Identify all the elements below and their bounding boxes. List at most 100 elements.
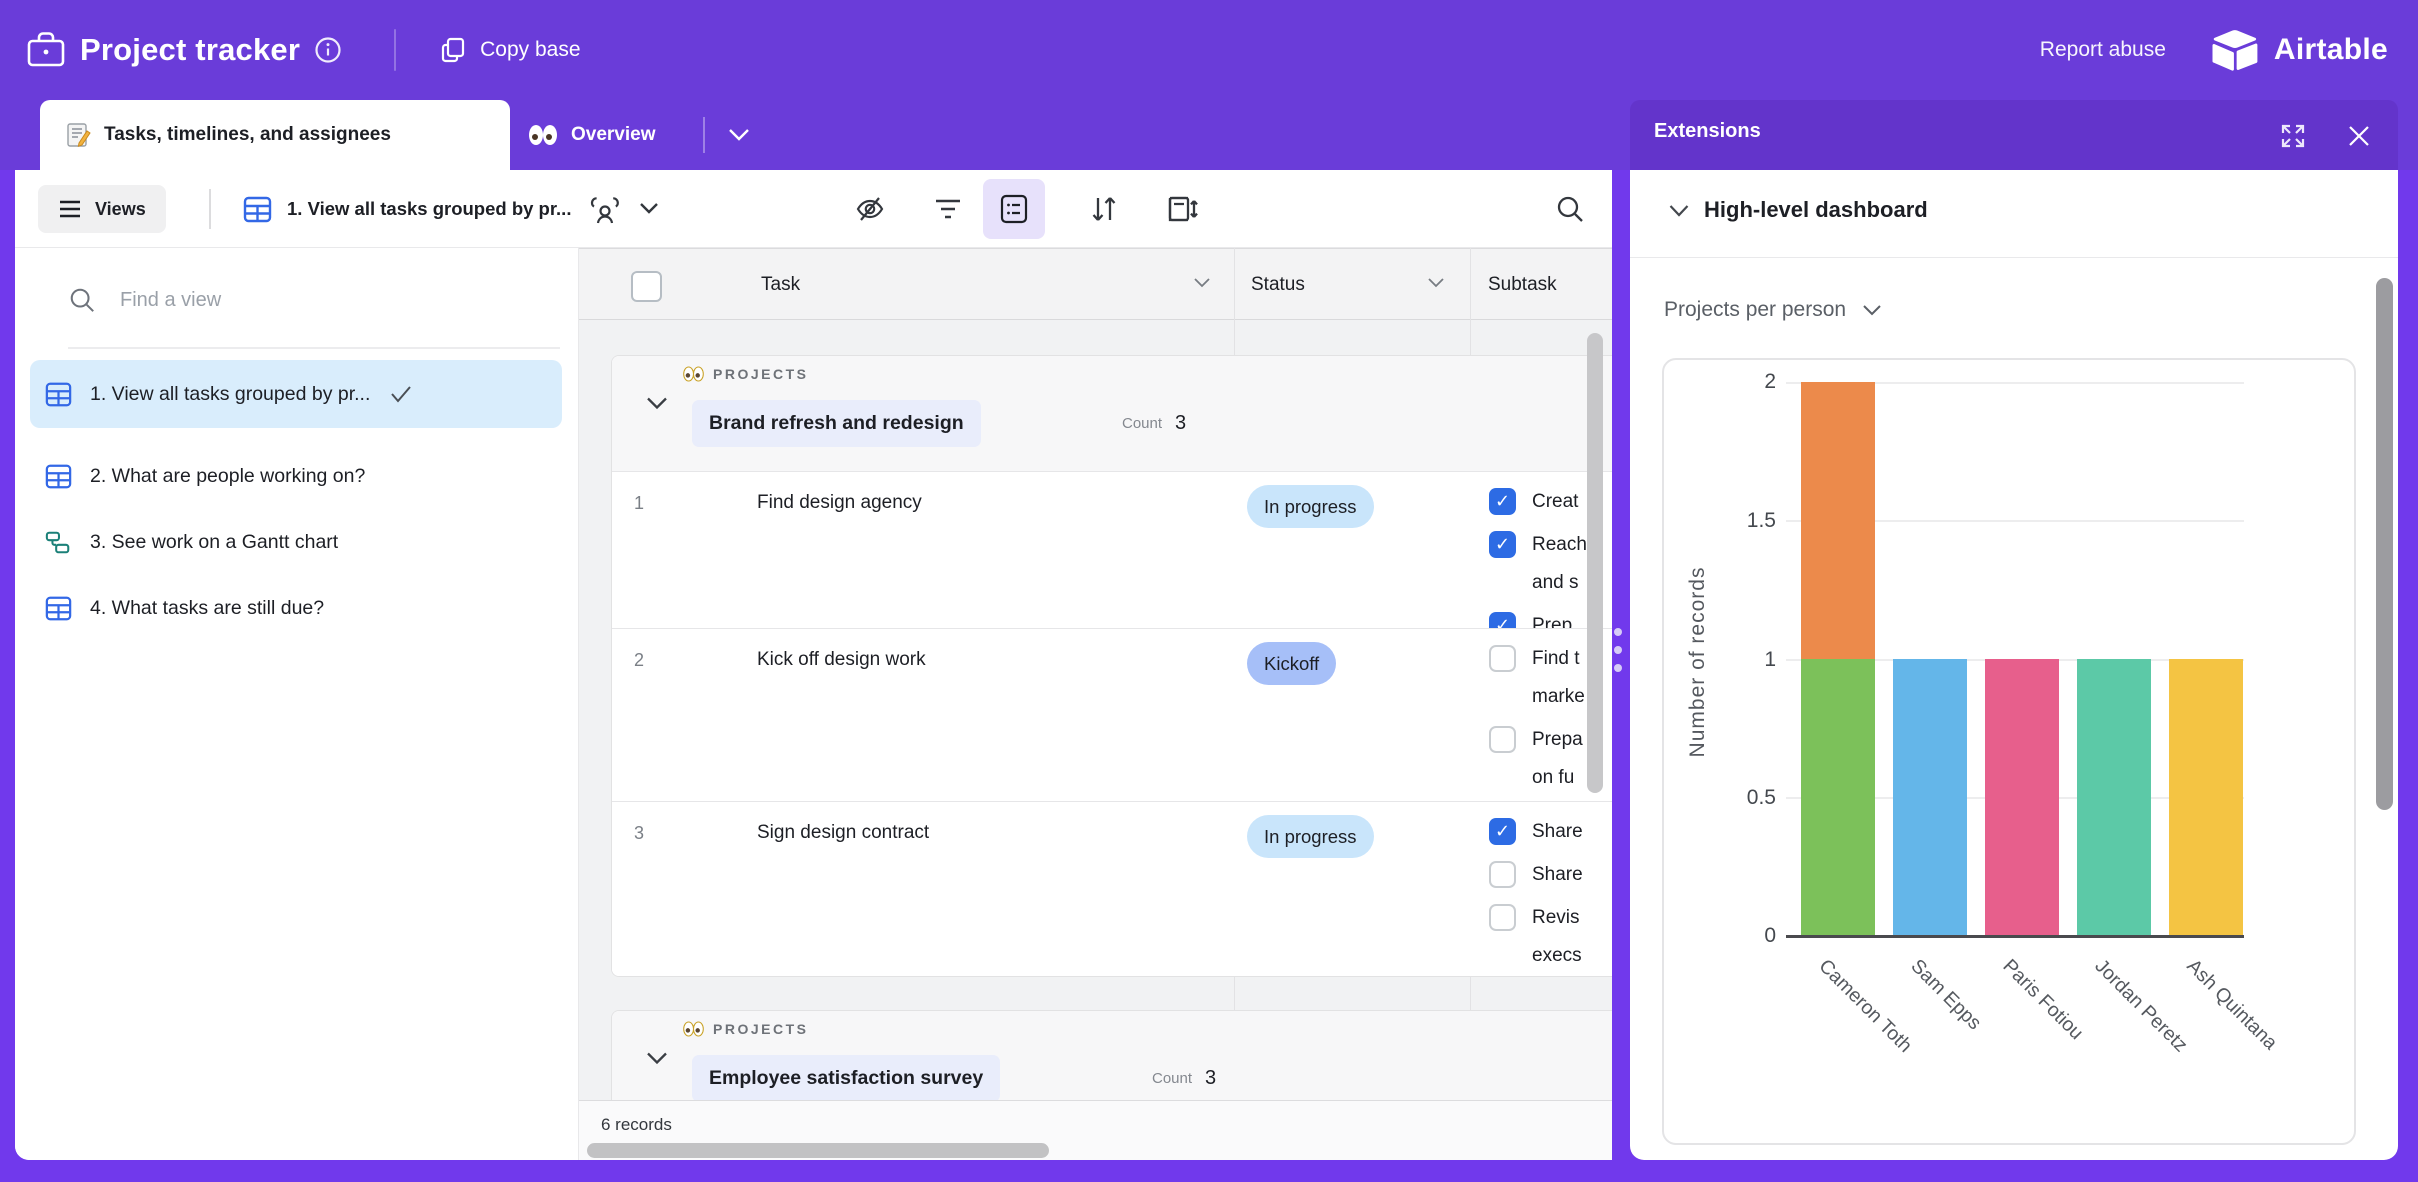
row-number: 2 xyxy=(634,650,644,671)
tab-label: Overview xyxy=(571,124,656,146)
briefcase-icon xyxy=(24,28,68,72)
bar-cameron-toth xyxy=(1801,383,1875,936)
status-cell[interactable]: Kickoff xyxy=(1247,642,1336,685)
info-icon[interactable] xyxy=(314,36,342,64)
view-toolbar: Views 1. View all tasks grouped by pr... xyxy=(15,170,1612,248)
extensions-scrollbar[interactable] xyxy=(2376,278,2393,810)
task-cell[interactable]: Sign design contract xyxy=(757,822,929,844)
sort-button[interactable] xyxy=(1077,182,1131,236)
bar-segment xyxy=(2077,659,2151,936)
main-panel: Views 1. View all tasks grouped by pr... xyxy=(15,170,1612,1160)
subtask-checkbox[interactable] xyxy=(1489,861,1516,888)
sidebar-view-item-4[interactable]: 4. What tasks are still due? xyxy=(30,576,562,640)
pane-resize-handle[interactable] xyxy=(1614,664,1622,672)
grid-summary-bar: 6 records xyxy=(579,1100,1612,1160)
bar-segment xyxy=(1801,382,1875,659)
status-cell[interactable]: In progress xyxy=(1247,815,1374,858)
current-view-switcher[interactable]: 1. View all tasks grouped by pr... xyxy=(243,184,661,234)
filter-icon xyxy=(934,197,962,221)
column-header-task[interactable]: Task xyxy=(761,249,800,321)
copy-base-button[interactable]: Copy base xyxy=(434,35,586,65)
sidebar-view-item-1[interactable]: 1. View all tasks grouped by pr... xyxy=(30,360,562,428)
view-item-label: 2. What are people working on? xyxy=(90,465,365,488)
bar-segment xyxy=(2169,659,2243,936)
task-cell[interactable]: Kick off design work xyxy=(757,649,926,671)
collapse-group-chevron-icon[interactable] xyxy=(645,396,669,411)
subtask-checkbox[interactable] xyxy=(1489,726,1516,753)
sort-icon xyxy=(1089,194,1119,224)
row-number: 3 xyxy=(634,823,644,844)
subtask-checkbox[interactable] xyxy=(1489,904,1516,931)
search-button[interactable] xyxy=(1543,182,1597,236)
y-axis-title: Number of records xyxy=(1686,512,1710,812)
y-tick: 1 xyxy=(1716,648,1776,672)
tab-label: Tasks, timelines, and assignees xyxy=(104,124,391,146)
expand-icon[interactable] xyxy=(2280,123,2306,149)
grid-view-icon xyxy=(243,195,272,224)
tab-divider xyxy=(703,117,705,153)
close-icon[interactable] xyxy=(2346,123,2372,149)
tabs-chevron-down-icon[interactable] xyxy=(726,126,752,144)
views-button[interactable]: Views xyxy=(38,185,166,233)
subtask-cell[interactable]: ✓ Share Share Revis execs xyxy=(1489,813,1612,977)
group-icon xyxy=(999,193,1029,225)
tab-tasks-timelines-assignees[interactable]: Tasks, timelines, and assignees xyxy=(40,100,510,170)
chevron-down-icon xyxy=(1862,304,1882,317)
group-field: PROJECTS xyxy=(683,366,808,382)
dashboard-section[interactable]: High-level dashboard xyxy=(1630,170,2398,258)
chart-title-dropdown[interactable]: Projects per person xyxy=(1664,298,1882,322)
extensions-panel: Extensions High-level dashboard Projects… xyxy=(1630,100,2398,1160)
task-column-chevron-icon[interactable] xyxy=(1193,277,1211,289)
view-item-label: 3. See work on a Gantt chart xyxy=(90,531,338,554)
collapse-group-chevron-icon[interactable] xyxy=(645,1051,669,1066)
group-field: PROJECTS xyxy=(683,1021,808,1037)
pane-resize-handle[interactable] xyxy=(1614,628,1622,636)
group-name-pill[interactable]: Brand refresh and redesign xyxy=(692,400,981,447)
task-cell[interactable]: Find design agency xyxy=(757,492,922,514)
status-cell[interactable]: In progress xyxy=(1247,485,1374,528)
airtable-wordmark: Airtable xyxy=(2274,33,2388,67)
subtask-checkbox[interactable] xyxy=(1489,645,1516,672)
record-row-2[interactable]: 2 Kick off design work Kickoff Find t ma… xyxy=(612,628,1612,801)
subtask-checkbox[interactable]: ✓ xyxy=(1489,818,1516,845)
grid-view-icon xyxy=(45,463,72,490)
filter-button[interactable] xyxy=(921,182,975,236)
bar-chart xyxy=(1786,383,2244,936)
column-header-status[interactable]: Status xyxy=(1251,249,1305,321)
find-view-input[interactable] xyxy=(118,288,482,313)
bar-jordan-peretz xyxy=(2077,383,2151,936)
horizontal-scrollbar[interactable] xyxy=(587,1143,1049,1158)
subtask-item: Revis execs xyxy=(1489,899,1612,975)
bar-segment xyxy=(1801,659,1875,936)
sidebar-view-item-3[interactable]: 3. See work on a Gantt chart xyxy=(30,510,562,574)
group-header: PROJECTS Brand refresh and redesign Coun… xyxy=(612,356,1612,471)
sidebar-view-item-2[interactable]: 2. What are people working on? xyxy=(30,444,562,508)
group-button[interactable] xyxy=(983,179,1045,239)
tab-overview[interactable]: Overview xyxy=(520,100,656,170)
bar-paris-fotiou xyxy=(1985,383,2059,936)
bar-ash-quintana xyxy=(2169,383,2243,936)
grid-vertical-scrollbar[interactable] xyxy=(1587,333,1603,793)
subtask-checkbox[interactable]: ✓ xyxy=(1489,488,1516,515)
status-column-chevron-icon[interactable] xyxy=(1427,277,1445,289)
select-all-checkbox[interactable] xyxy=(631,271,662,302)
report-abuse-link[interactable]: Report abuse xyxy=(2040,38,2166,62)
hide-fields-button[interactable] xyxy=(843,182,897,236)
record-row-3[interactable]: 3 Sign design contract In progress ✓ Sha… xyxy=(612,801,1612,977)
collapse-chevron-icon[interactable] xyxy=(1668,204,1690,218)
tab-strip: Tasks, timelines, and assignees Overview xyxy=(0,100,1612,170)
column-header-subtask[interactable]: Subtask xyxy=(1488,249,1557,321)
search-icon xyxy=(68,286,96,314)
record-row-1[interactable]: 1 Find design agency In progress ✓ Creat… xyxy=(612,471,1612,628)
row-height-button[interactable] xyxy=(1155,182,1209,236)
collaborators-icon xyxy=(588,194,622,224)
pane-resize-handle[interactable] xyxy=(1614,646,1622,654)
record-count: 6 records xyxy=(601,1115,672,1135)
y-tick: 0 xyxy=(1716,924,1776,948)
row-number: 1 xyxy=(634,493,644,514)
subtask-checkbox[interactable]: ✓ xyxy=(1489,531,1516,558)
bar-segment xyxy=(1893,659,1967,936)
group-name-pill[interactable]: Employee satisfaction survey xyxy=(692,1055,1000,1100)
views-sidebar: 1. View all tasks grouped by pr... 2. Wh… xyxy=(15,248,578,1160)
view-item-label: 1. View all tasks grouped by pr... xyxy=(90,383,370,406)
